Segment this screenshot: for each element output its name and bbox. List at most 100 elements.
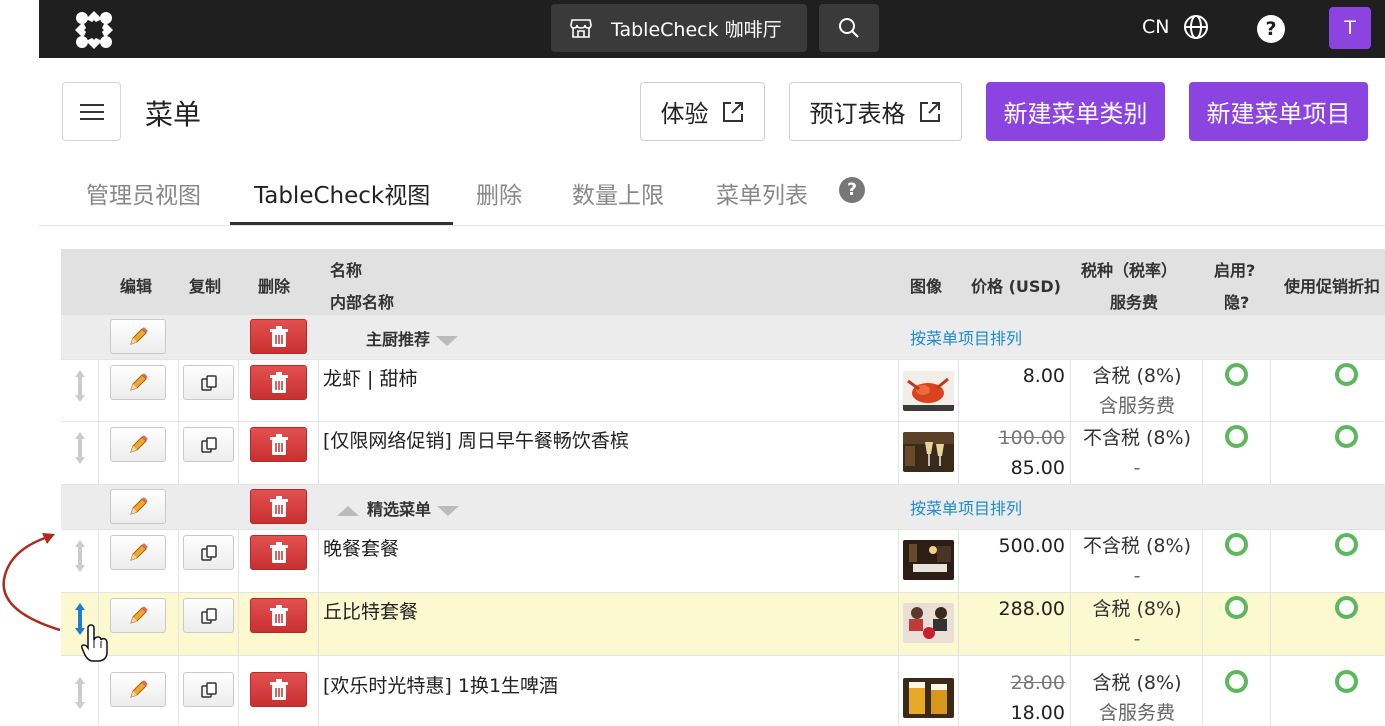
reservation-form-button[interactable]: 预订表格 xyxy=(789,82,962,141)
copy-icon xyxy=(200,544,217,561)
move-down-icon[interactable] xyxy=(436,335,459,346)
drag-handle-icon[interactable] xyxy=(73,676,87,710)
edit-button[interactable] xyxy=(110,489,166,524)
item-tax: 不含税 (8%) - xyxy=(1071,423,1203,483)
tax-label: 不含税 (8%) xyxy=(1082,427,1191,449)
promo-status-icon[interactable] xyxy=(1335,596,1358,619)
delete-button[interactable] xyxy=(250,319,307,354)
edit-button[interactable] xyxy=(110,427,166,462)
help-button[interactable]: ? xyxy=(1257,15,1285,43)
active-tab-indicator xyxy=(230,222,453,225)
copy-button[interactable] xyxy=(183,672,234,707)
search-button[interactable] xyxy=(819,4,879,52)
item-price: 28.00 18.00 xyxy=(1011,668,1065,726)
champagne-image[interactable] xyxy=(903,432,954,472)
enabled-status-icon[interactable] xyxy=(1225,670,1248,693)
language-code: CN xyxy=(1142,16,1170,38)
col-enabled: 启用? xyxy=(1214,261,1256,280)
copy-button[interactable] xyxy=(183,535,234,570)
delete-button[interactable] xyxy=(250,535,307,570)
drag-handle-icon[interactable] xyxy=(73,431,87,465)
tab-quantity-limit[interactable]: 数量上限 xyxy=(572,176,664,210)
globe-icon xyxy=(1184,15,1209,39)
edit-button[interactable] xyxy=(110,598,166,633)
page: TableCheck 咖啡厅 CN ? T 菜单 体验 预订表格 新建菜单类别 … xyxy=(0,0,1385,726)
col-service: 服务费 xyxy=(1110,293,1159,312)
delete-button[interactable] xyxy=(250,365,307,400)
tablecheck-logo-icon[interactable] xyxy=(73,9,115,51)
hamburger-menu-button[interactable] xyxy=(62,82,121,141)
drag-handle-icon[interactable] xyxy=(73,369,87,403)
tax-label: 含税 (8%) xyxy=(1092,365,1182,387)
item-price: 500.00 xyxy=(999,531,1065,561)
drag-handle-icon[interactable] xyxy=(73,539,87,573)
item-tax: 含税 (8%) 含服务费 xyxy=(1071,668,1203,726)
delete-button[interactable] xyxy=(250,598,307,633)
tab-tablecheck-view[interactable]: TableCheck视图 xyxy=(254,176,430,210)
copy-button[interactable] xyxy=(183,598,234,633)
language-selector[interactable]: CN xyxy=(1142,14,1209,40)
lobster-image[interactable] xyxy=(903,371,954,411)
enabled-status-icon[interactable] xyxy=(1225,425,1248,448)
copy-icon xyxy=(200,681,217,698)
item-name[interactable]: 丘比特套餐 xyxy=(323,597,418,624)
item-name[interactable]: 龙虾 | 甜柿 xyxy=(323,364,417,391)
tax-label: 不含税 (8%) xyxy=(1082,535,1191,557)
venue-selector[interactable]: TableCheck 咖啡厅 xyxy=(551,4,807,52)
table-header: 编辑 复制 删除 名称 内部名称 图像 价格 (USD) 税种（税率） 服务费 … xyxy=(61,249,1385,315)
move-up-icon[interactable] xyxy=(337,505,359,516)
couple-dinner-image[interactable] xyxy=(903,603,954,643)
item-name[interactable]: [欢乐时光特惠] 1换1生啤酒 xyxy=(323,671,558,698)
delete-button[interactable] xyxy=(250,672,307,707)
enabled-status-icon[interactable] xyxy=(1225,533,1248,556)
delete-button[interactable] xyxy=(250,427,307,462)
copy-icon xyxy=(200,607,217,624)
item-tax: 不含税 (8%) - xyxy=(1071,531,1203,591)
tab-admin-view[interactable]: 管理员视图 xyxy=(86,176,201,210)
sort-items-link[interactable]: 按菜单项目排列 xyxy=(910,325,1022,349)
copy-button[interactable] xyxy=(183,365,234,400)
enabled-status-icon[interactable] xyxy=(1225,596,1248,619)
top-navbar: TableCheck 咖啡厅 CN ? T xyxy=(39,0,1385,58)
tax-label: 含税 (8%) xyxy=(1092,672,1182,694)
category-name-text: 精选菜单 xyxy=(367,500,432,519)
dining-room-image[interactable] xyxy=(903,540,954,580)
tab-menu-list[interactable]: 菜单列表 xyxy=(716,176,808,210)
promo-status-icon[interactable] xyxy=(1335,425,1358,448)
item-name[interactable]: [仅限网络促销] 周日早午餐畅饮香槟 xyxy=(323,426,629,453)
item-tax: 含税 (8%) 含服务费 xyxy=(1071,361,1203,421)
tab-deleted[interactable]: 删除 xyxy=(476,176,522,210)
category-row: 精选菜单 按菜单项目排列 xyxy=(61,485,1385,530)
view-tabs: 管理员视图 TableCheck视图 删除 数量上限 菜单列表 ? xyxy=(39,160,1385,226)
edit-button[interactable] xyxy=(110,535,166,570)
edit-button[interactable] xyxy=(110,672,166,707)
price-value: 8.00 xyxy=(1022,365,1065,387)
category-name: 精选菜单 xyxy=(337,496,460,520)
promo-status-icon[interactable] xyxy=(1335,363,1358,386)
sort-items-link[interactable]: 按菜单项目排列 xyxy=(910,495,1022,519)
avatar[interactable]: T xyxy=(1329,7,1371,49)
move-down-icon[interactable] xyxy=(437,505,460,516)
beer-image[interactable] xyxy=(903,678,954,718)
enabled-status-icon[interactable] xyxy=(1225,363,1248,386)
new-item-button[interactable]: 新建菜单项目 xyxy=(1189,82,1368,141)
item-name[interactable]: 晚餐套餐 xyxy=(323,534,399,561)
promo-status-icon[interactable] xyxy=(1335,670,1358,693)
category-name: 主厨推荐 xyxy=(366,326,459,350)
col-price: 价格 (USD) xyxy=(971,277,1061,296)
item-price: 288.00 xyxy=(999,594,1065,624)
edit-button[interactable] xyxy=(110,319,166,354)
promo-status-icon[interactable] xyxy=(1335,533,1358,556)
copy-button[interactable] xyxy=(183,427,234,462)
experience-button[interactable]: 体验 xyxy=(640,82,765,141)
col-image: 图像 xyxy=(910,277,943,296)
new-category-button[interactable]: 新建菜单类别 xyxy=(986,82,1165,141)
service-label: - xyxy=(1133,565,1141,587)
pencil-icon xyxy=(130,606,148,624)
delete-button[interactable] xyxy=(250,489,307,524)
service-label: - xyxy=(1133,457,1141,479)
store-icon xyxy=(570,19,592,38)
edit-button[interactable] xyxy=(110,365,166,400)
pencil-icon xyxy=(130,543,148,561)
help-icon[interactable]: ? xyxy=(839,177,865,203)
